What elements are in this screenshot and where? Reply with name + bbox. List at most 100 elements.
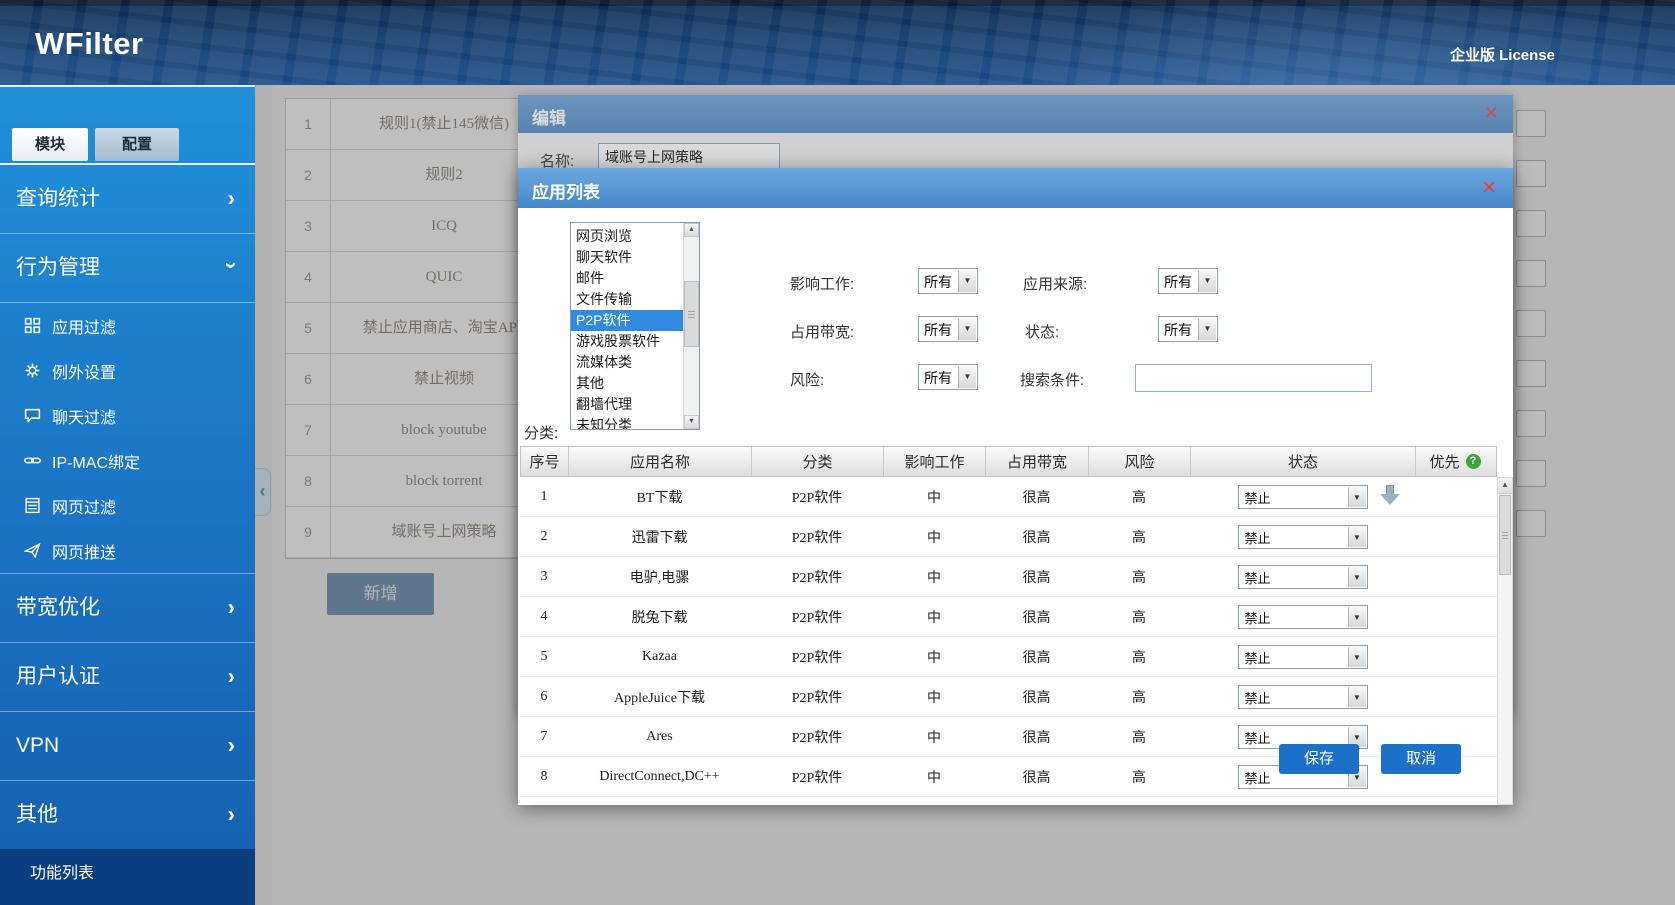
sidebar-item-query-stats[interactable]: 查询统计 › [0, 165, 255, 234]
bandwidth-filter-select[interactable]: 所有 ▼ [918, 316, 978, 342]
tab-modules[interactable]: 模块 [12, 128, 88, 161]
sidebar-item-label: 应用过滤 [52, 314, 116, 338]
sidebar-item-label: 网页推送 [52, 539, 116, 563]
app-risk: 高 [1088, 527, 1190, 547]
application-row: 5 Kazaa P2P软件 中 很高 高 禁止 ▼ [520, 637, 1497, 677]
dropdown-arrow-icon[interactable]: ▼ [1348, 647, 1366, 667]
app-risk: 高 [1088, 567, 1190, 587]
sidebar-item-ip-mac-binding[interactable]: IP-MAC绑定 [0, 438, 255, 483]
apps-grid-icon [24, 317, 41, 334]
app-bandwidth: 很高 [985, 607, 1088, 627]
app-name: DirectConnect,DC++ [568, 769, 751, 785]
sidebar-item-bandwidth[interactable]: 带宽优化 › [0, 574, 255, 643]
close-icon[interactable]: ✕ [1481, 177, 1497, 200]
app-risk: 高 [1088, 727, 1190, 747]
sidebar-item-behavior-mgmt[interactable]: 行为管理 › [0, 234, 255, 303]
dropdown-arrow-icon[interactable]: ▼ [1348, 607, 1366, 627]
category-option[interactable]: 翻墙代理 [571, 394, 683, 415]
status-filter-select[interactable]: 所有 ▼ [1158, 316, 1218, 342]
category-option[interactable]: 文件传输 [571, 289, 683, 310]
app-name: Ares [568, 729, 751, 745]
app-bandwidth: 很高 [985, 727, 1088, 747]
table-scrollbar[interactable]: ▲ [1497, 477, 1513, 805]
sidebar-item-exceptions[interactable]: 例外设置 [0, 348, 255, 393]
sidebar: 模块 配置 查询统计 › 行为管理 › 应用过滤 例外设置 聊天过滤 [0, 85, 255, 905]
source-filter-select[interactable]: 所有 ▼ [1158, 268, 1218, 294]
status-select[interactable]: 禁止 ▼ [1238, 485, 1368, 509]
impact-filter-select[interactable]: 所有 ▼ [918, 268, 978, 294]
dropdown-arrow-icon[interactable]: ▼ [958, 318, 976, 340]
app-row-index: 8 [520, 769, 568, 785]
col-header-priority-label: 优先 [1429, 451, 1459, 472]
dropdown-arrow-icon[interactable]: ▼ [958, 366, 976, 388]
app-risk: 高 [1088, 687, 1190, 707]
chevron-right-icon: › [228, 188, 235, 210]
status-value: 禁止 [1245, 768, 1271, 787]
license-link[interactable]: 企业版 License [1450, 44, 1555, 65]
app-row-index: 5 [520, 649, 568, 665]
sidebar-item-chat-filter[interactable]: 聊天过滤 [0, 393, 255, 438]
app-impact: 中 [883, 647, 985, 667]
status-select[interactable]: 禁止 ▼ [1238, 605, 1368, 629]
category-option[interactable]: 聊天软件 [571, 247, 683, 268]
category-option[interactable]: 流媒体类 [571, 352, 683, 373]
category-option[interactable]: P2P软件 [571, 310, 683, 331]
status-select[interactable]: 禁止 ▼ [1238, 645, 1368, 669]
dropdown-arrow-icon[interactable]: ▼ [1348, 567, 1366, 587]
cancel-button[interactable]: 取消 [1381, 744, 1461, 774]
category-listbox: 网页浏览 聊天软件 邮件 文件传输 P2P软件 游戏股票软件 流媒体类 其他 [570, 222, 700, 430]
sidebar-item-vpn[interactable]: VPN › [0, 712, 255, 781]
app-bandwidth: 很高 [985, 487, 1088, 507]
sidebar-item-web-push[interactable]: 网页推送 [0, 528, 255, 573]
app-category: P2P软件 [751, 647, 883, 667]
sidebar-item-web-filter[interactable]: 网页过滤 [0, 483, 255, 528]
sidebar-item-user-auth[interactable]: 用户认证 › [0, 643, 255, 712]
app-category: P2P软件 [751, 527, 883, 547]
risk-filter-select[interactable]: 所有 ▼ [918, 364, 978, 390]
status-select[interactable]: 禁止 ▼ [1238, 805, 1368, 806]
scroll-up-icon[interactable]: ▲ [1498, 478, 1512, 494]
category-option[interactable]: 网页浏览 [571, 226, 683, 247]
status-select[interactable]: 禁止 ▼ [1238, 565, 1368, 589]
wfilter-app-window: WFilter 企业版 License 模块 配置 查询统计 › 行为管理 › … [0, 0, 1675, 905]
listbox-scroll-thumb[interactable] [684, 281, 699, 347]
app-risk: 高 [1088, 487, 1190, 507]
search-input[interactable] [1135, 364, 1372, 392]
app-name: Kazaa [568, 649, 751, 665]
tab-config[interactable]: 配置 [95, 128, 179, 161]
app-name: AppleJuice下载 [568, 687, 751, 707]
status-value: 禁止 [1245, 568, 1271, 587]
dropdown-arrow-icon[interactable]: ▼ [1198, 318, 1216, 340]
app-impact: 中 [883, 487, 985, 507]
category-option[interactable]: 游戏股票软件 [571, 331, 683, 352]
dropdown-arrow-icon[interactable]: ▼ [1198, 270, 1216, 292]
search-filter-label: 搜索条件: [1020, 369, 1084, 390]
status-filter-value: 所有 [1164, 320, 1192, 340]
help-icon[interactable]: ? [1466, 454, 1481, 469]
category-option[interactable]: 邮件 [571, 268, 683, 289]
table-scroll-thumb[interactable] [1499, 495, 1511, 575]
sidebar-item-label: VPN [16, 734, 59, 757]
dropdown-arrow-icon[interactable]: ▼ [1348, 487, 1366, 507]
listbox-scrollbar[interactable]: ▲ ▼ [683, 223, 699, 429]
sidebar-item-app-filter[interactable]: 应用过滤 [0, 303, 255, 348]
dropdown-arrow-icon[interactable]: ▼ [958, 270, 976, 292]
dropdown-arrow-icon[interactable]: ▼ [1348, 687, 1366, 707]
col-header-risk: 风险 [1089, 447, 1191, 476]
scroll-down-icon[interactable]: ▼ [684, 415, 699, 429]
status-select[interactable]: 禁止 ▼ [1238, 685, 1368, 709]
col-header-status: 状态 [1191, 447, 1416, 476]
sidebar-item-feature-list[interactable]: 功能列表 [0, 849, 255, 905]
application-row: 3 电驴,电骡 P2P软件 中 很高 高 禁止 ▼ [520, 557, 1497, 597]
category-option[interactable]: 未知分类 [571, 415, 683, 429]
sidebar-item-other[interactable]: 其他 › [0, 781, 255, 850]
app-dialog-header: 应用列表 ✕ [518, 168, 1513, 208]
status-select[interactable]: 禁止 ▼ [1238, 525, 1368, 549]
category-option[interactable]: 其他 [571, 373, 683, 394]
move-down-icon[interactable] [1379, 485, 1401, 505]
scroll-up-icon[interactable]: ▲ [684, 223, 699, 237]
save-button[interactable]: 保存 [1279, 744, 1359, 774]
app-category: P2P软件 [751, 607, 883, 627]
sidebar-item-label: 聊天过滤 [52, 404, 116, 428]
dropdown-arrow-icon[interactable]: ▼ [1348, 527, 1366, 547]
